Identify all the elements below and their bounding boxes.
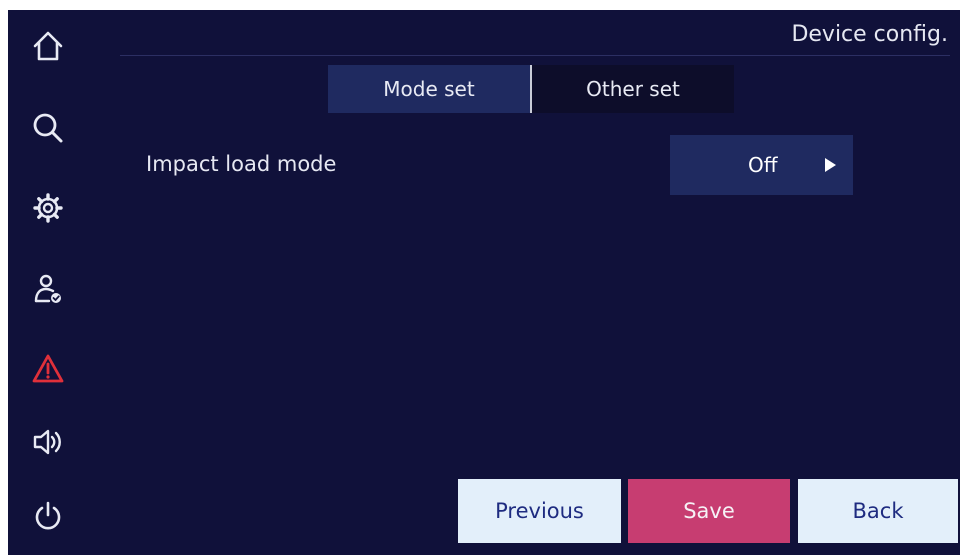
save-button[interactable]: Save bbox=[628, 479, 790, 543]
back-button[interactable]: Back bbox=[798, 479, 958, 543]
gear-icon[interactable] bbox=[20, 180, 76, 236]
impact-load-mode-selector[interactable]: Off bbox=[670, 135, 853, 195]
tab-mode-set[interactable]: Mode set bbox=[328, 65, 530, 113]
home-icon[interactable] bbox=[20, 18, 76, 74]
page-title: Device config. bbox=[791, 22, 948, 47]
speaker-icon[interactable] bbox=[20, 414, 76, 470]
search-icon[interactable] bbox=[20, 100, 76, 156]
play-arrow-icon bbox=[823, 157, 837, 177]
sidebar bbox=[8, 10, 104, 555]
tab-other-set[interactable]: Other set bbox=[532, 65, 734, 113]
power-icon[interactable] bbox=[20, 488, 76, 544]
impact-load-mode-label: Impact load mode bbox=[146, 152, 337, 176]
previous-button[interactable]: Previous bbox=[458, 479, 621, 543]
user-check-icon[interactable] bbox=[20, 261, 76, 317]
impact-load-mode-value: Off bbox=[748, 153, 778, 177]
warning-icon[interactable] bbox=[20, 341, 76, 397]
header-divider bbox=[120, 55, 950, 56]
device-config-screen: Device config. Mode set Other set Impact… bbox=[8, 10, 960, 555]
tab-bar: Mode set Other set bbox=[328, 65, 734, 113]
